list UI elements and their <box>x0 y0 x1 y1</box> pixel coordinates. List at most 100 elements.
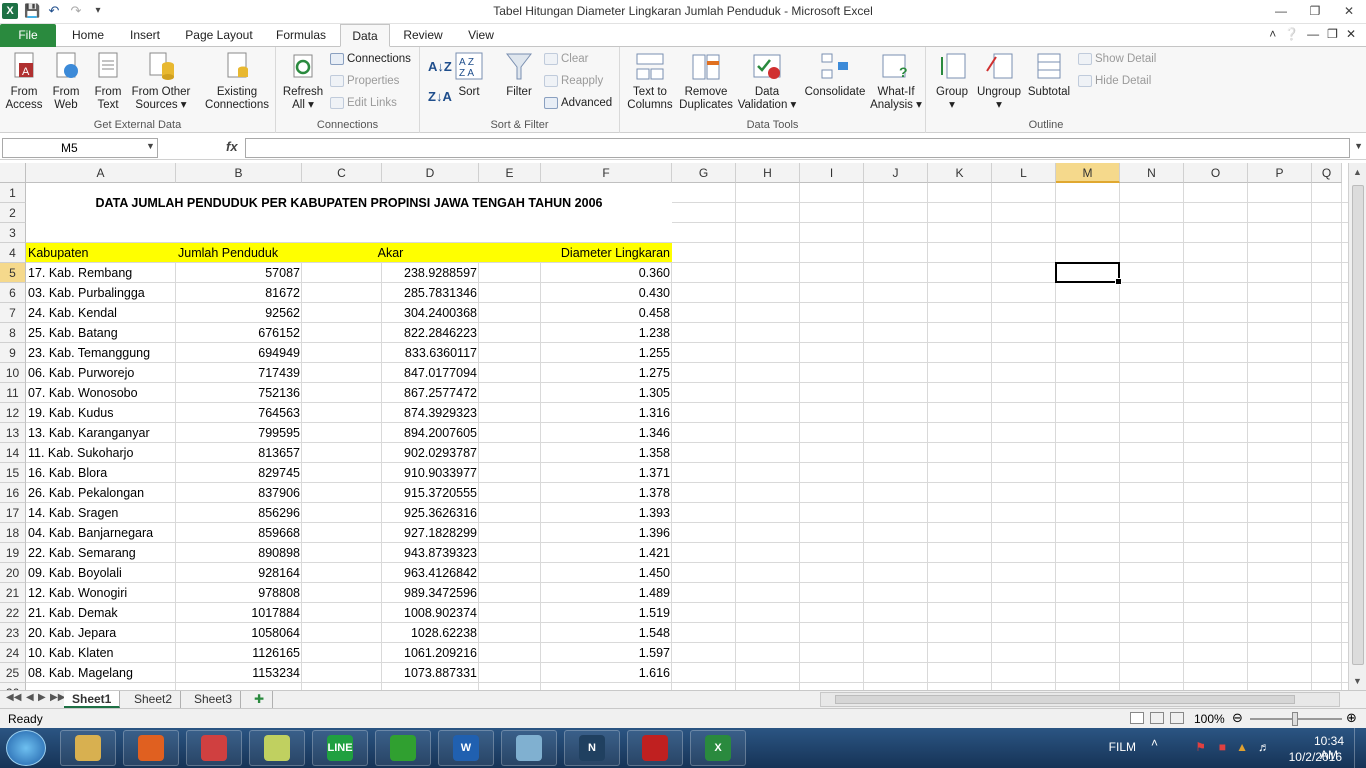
column-header-k[interactable]: K <box>928 163 992 183</box>
row-header[interactable]: 1 <box>0 183 26 203</box>
taskbar-autocad-icon[interactable] <box>375 730 431 766</box>
cell-jumlah-penduduk[interactable]: 928164 <box>176 563 302 583</box>
tray-expand-icon[interactable]: ˄ <box>1151 736 1158 750</box>
minimize-icon[interactable]: — <box>1264 0 1298 22</box>
close-icon[interactable]: ✕ <box>1332 0 1366 22</box>
cell-jumlah-penduduk[interactable]: 1126165 <box>176 643 302 663</box>
cell-jumlah-penduduk[interactable]: 717439 <box>176 363 302 383</box>
cell-akar[interactable]: 1008.902374 <box>382 603 479 623</box>
data-validation-button[interactable]: Data Validation ▾ <box>736 51 798 112</box>
from-web-button[interactable]: From Web <box>46 51 86 112</box>
clear-filter-button[interactable]: Clear <box>544 53 588 65</box>
cell-diameter[interactable]: 1.238 <box>541 323 672 343</box>
cell-akar[interactable]: 902.0293787 <box>382 443 479 463</box>
column-header-j[interactable]: J <box>864 163 928 183</box>
taskbar-line-icon[interactable]: LINE <box>312 730 368 766</box>
header-jumlah-penduduk[interactable]: Jumlah Penduduk <box>176 243 302 263</box>
tray-flag-icon[interactable]: ⚑ <box>1195 740 1206 754</box>
what-if-analysis-button[interactable]: ? What-If Analysis ▾ <box>868 51 924 112</box>
cell-jumlah-penduduk[interactable]: 1058064 <box>176 623 302 643</box>
taskbar-chrome-icon[interactable] <box>186 730 242 766</box>
name-box[interactable]: M5 <box>2 138 158 158</box>
header-diameter-lingkaran[interactable]: Diameter Lingkaran <box>541 243 672 263</box>
cell-diameter[interactable]: 1.421 <box>541 543 672 563</box>
cell-kabupaten[interactable]: 25. Kab. Batang <box>26 323 176 343</box>
page-break-view-icon[interactable] <box>1170 712 1184 724</box>
taskbar-sticky-notes-icon[interactable] <box>249 730 305 766</box>
header-akar[interactable]: Akar <box>302 243 479 263</box>
cell-akar[interactable]: 943.8739323 <box>382 543 479 563</box>
from-access-button[interactable]: A From Access <box>4 51 44 112</box>
tab-view[interactable]: View <box>458 24 504 47</box>
column-header-q[interactable]: Q <box>1312 163 1342 183</box>
refresh-all-button[interactable]: Refresh All ▾ <box>280 51 326 112</box>
cell-akar[interactable]: 833.6360117 <box>382 343 479 363</box>
cell-diameter[interactable]: 1.519 <box>541 603 672 623</box>
column-header-n[interactable]: N <box>1120 163 1184 183</box>
cell-diameter[interactable]: 1.450 <box>541 563 672 583</box>
row-header[interactable]: 21 <box>0 583 26 603</box>
column-header-c[interactable]: C <box>302 163 382 183</box>
help-icon[interactable]: ❔ <box>1284 27 1299 41</box>
cell-jumlah-penduduk[interactable]: 1017884 <box>176 603 302 623</box>
column-header-i[interactable]: I <box>800 163 864 183</box>
filter-button[interactable]: Filter <box>500 51 538 99</box>
row-header[interactable]: 11 <box>0 383 26 403</box>
cell-akar[interactable]: 894.2007605 <box>382 423 479 443</box>
column-header-m[interactable]: M <box>1056 163 1120 183</box>
cell-akar[interactable]: 822.2846223 <box>382 323 479 343</box>
cell-kabupaten[interactable]: 16. Kab. Blora <box>26 463 176 483</box>
cell-diameter[interactable]: 1.255 <box>541 343 672 363</box>
cell-kabupaten[interactable]: 26. Kab. Pekalongan <box>26 483 176 503</box>
tab-insert[interactable]: Insert <box>120 24 170 47</box>
row-header[interactable]: 24 <box>0 643 26 663</box>
page-layout-view-icon[interactable] <box>1150 712 1164 724</box>
column-header-d[interactable]: D <box>382 163 479 183</box>
cell-jumlah-penduduk[interactable]: 813657 <box>176 443 302 463</box>
cell-jumlah-penduduk[interactable]: 829745 <box>176 463 302 483</box>
cell-kabupaten[interactable]: 17. Kab. Rembang <box>26 263 176 283</box>
tray-date[interactable]: 10/2/2016 <box>1289 750 1342 764</box>
cell-diameter[interactable]: 1.358 <box>541 443 672 463</box>
row-header[interactable]: 12 <box>0 403 26 423</box>
row-header[interactable]: 20 <box>0 563 26 583</box>
zoom-out-icon[interactable]: ⊖ <box>1232 710 1243 726</box>
ungroup-button[interactable]: Ungroup ▾ <box>974 51 1024 112</box>
taskbar-firefox-icon[interactable] <box>123 730 179 766</box>
row-header[interactable]: 17 <box>0 503 26 523</box>
prev-sheet-icon[interactable]: ◀ <box>26 692 34 703</box>
cell-diameter[interactable]: 0.430 <box>541 283 672 303</box>
cell-diameter[interactable]: 1.548 <box>541 623 672 643</box>
cell-jumlah-penduduk[interactable]: 978808 <box>176 583 302 603</box>
cell-diameter[interactable]: 1.378 <box>541 483 672 503</box>
cell-diameter[interactable]: 1.489 <box>541 583 672 603</box>
row-header[interactable]: 18 <box>0 523 26 543</box>
tab-page-layout[interactable]: Page Layout <box>178 24 260 47</box>
cell-diameter[interactable]: 0.458 <box>541 303 672 323</box>
restore-icon[interactable]: ❐ <box>1298 0 1332 22</box>
cell-diameter[interactable]: 1.305 <box>541 383 672 403</box>
vertical-scrollbar[interactable]: ▲ ▼ <box>1348 163 1366 690</box>
vertical-scroll-thumb[interactable] <box>1352 185 1364 665</box>
remove-duplicates-button[interactable]: Remove Duplicates <box>676 51 736 112</box>
cell-diameter[interactable]: 1.393 <box>541 503 672 523</box>
cell-akar[interactable]: 304.2400368 <box>382 303 479 323</box>
advanced-filter-button[interactable]: Advanced <box>544 97 612 109</box>
cell-jumlah-penduduk[interactable]: 81672 <box>176 283 302 303</box>
row-header[interactable]: 7 <box>0 303 26 323</box>
cell-diameter[interactable]: 1.597 <box>541 643 672 663</box>
minimize-ribbon-icon[interactable]: ˄ <box>1269 27 1276 41</box>
cell-diameter[interactable]: 1.616 <box>541 663 672 683</box>
cell-jumlah-penduduk[interactable]: 57087 <box>176 263 302 283</box>
cell-kabupaten[interactable]: 06. Kab. Purworejo <box>26 363 176 383</box>
existing-connections-button[interactable]: Existing Connections <box>202 51 272 112</box>
show-desktop-button[interactable] <box>1354 728 1366 768</box>
cell-akar[interactable]: 285.7831346 <box>382 283 479 303</box>
active-cell[interactable] <box>1055 262 1122 285</box>
column-header-g[interactable]: G <box>672 163 736 183</box>
cell-jumlah-penduduk[interactable]: 799595 <box>176 423 302 443</box>
cell-kabupaten[interactable]: 20. Kab. Jepara <box>26 623 176 643</box>
hide-detail-button[interactable]: Hide Detail <box>1078 75 1151 87</box>
row-header[interactable]: 22 <box>0 603 26 623</box>
sheet-tab-sheet2[interactable]: Sheet2 <box>126 691 182 708</box>
